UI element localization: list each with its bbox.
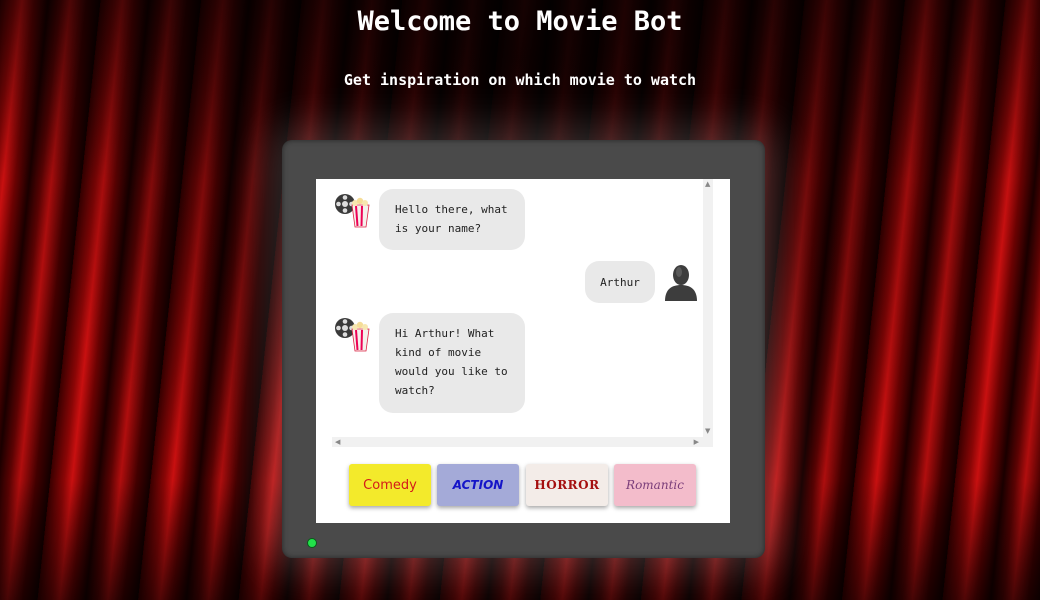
tv-screen: Hello there, what is your name? Arthur H… [316, 179, 730, 523]
scroll-up-icon[interactable]: ▲ [705, 181, 710, 188]
scroll-left-icon[interactable]: ◀ [335, 438, 340, 446]
user-silhouette-icon [662, 261, 702, 301]
romantic-button[interactable]: Romantic [614, 464, 696, 506]
action-button[interactable]: ACTION [437, 464, 519, 506]
chat-window[interactable]: Hello there, what is your name? Arthur H… [332, 179, 713, 435]
bot-message-bubble: Hi Arthur! What kind of movie would you … [379, 313, 525, 413]
film-reel-popcorn-icon [332, 189, 372, 229]
page-title: Welcome to Movie Bot [357, 6, 683, 37]
tv-frame: Hello there, what is your name? Arthur H… [282, 140, 765, 558]
film-reel-popcorn-icon [332, 313, 372, 353]
horror-button[interactable]: HORROR [526, 464, 608, 506]
chat-horizontal-scrollbar[interactable]: ◀ ▶ [332, 437, 713, 447]
scroll-right-icon[interactable]: ▶ [694, 438, 699, 446]
bot-message-bubble: Hello there, what is your name? [379, 189, 525, 250]
power-led [307, 538, 317, 548]
genre-button-group: Comedy ACTION HORROR Romantic [348, 464, 700, 508]
page-subtitle: Get inspiration on which movie to watch [343, 71, 697, 89]
scroll-down-icon[interactable]: ▼ [705, 428, 710, 435]
user-message-bubble: Arthur [585, 261, 655, 303]
comedy-button[interactable]: Comedy [349, 464, 431, 506]
chat-vertical-scrollbar[interactable]: ▲ ▼ [703, 179, 713, 437]
